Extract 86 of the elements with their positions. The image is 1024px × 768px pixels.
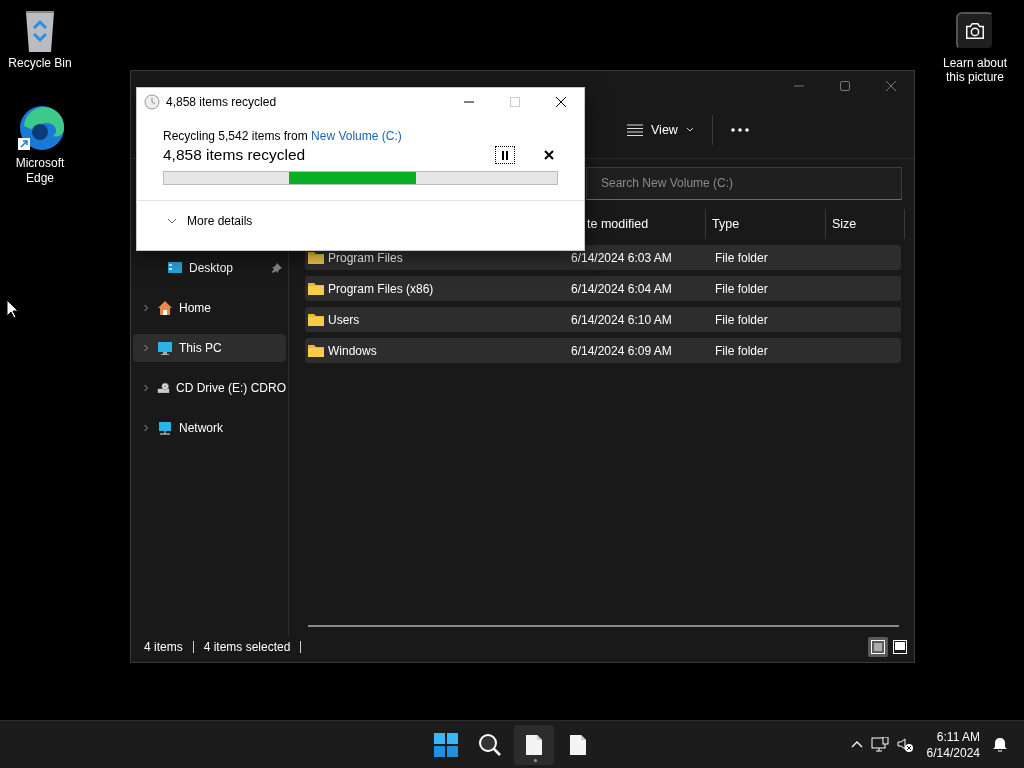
type-cell-text: File folder bbox=[714, 312, 769, 327]
cancel-button[interactable] bbox=[542, 148, 556, 162]
close-icon bbox=[885, 80, 897, 92]
folder-icon bbox=[308, 313, 324, 326]
chevron-down-icon bbox=[167, 218, 177, 224]
folder-icon bbox=[308, 344, 324, 357]
windows-logo-icon bbox=[434, 732, 458, 757]
type-cell-text: File folder bbox=[714, 281, 769, 296]
column-header[interactable]: Size bbox=[826, 209, 905, 239]
folder-icon bbox=[308, 251, 324, 264]
sidebar-item[interactable]: This PC bbox=[133, 334, 286, 362]
speaker-muted-icon bbox=[896, 736, 913, 753]
selection-count: 4 items selected bbox=[203, 640, 291, 654]
scrollbar[interactable] bbox=[308, 625, 899, 627]
desktop-icon-label[interactable]: Microsoft Edge bbox=[8, 156, 72, 186]
item-count: 4 items bbox=[144, 640, 183, 654]
house-icon bbox=[157, 300, 173, 316]
desktop-icon bbox=[167, 260, 183, 276]
source-link[interactable]: New Volume (C:) bbox=[311, 129, 402, 143]
date-cell-text: 6/14/2024 6:03 AM bbox=[570, 250, 673, 265]
view-button[interactable]: View bbox=[619, 113, 702, 146]
chevron-right-icon bbox=[141, 344, 151, 352]
search-icon bbox=[478, 732, 502, 757]
taskbar-app[interactable] bbox=[514, 724, 554, 765]
folder-icon bbox=[308, 282, 324, 295]
file-name: Windows bbox=[328, 343, 377, 358]
maximize-icon bbox=[509, 96, 521, 108]
chevron-up-icon bbox=[850, 741, 863, 748]
close-icon bbox=[544, 150, 554, 160]
camera-button[interactable] bbox=[956, 12, 994, 50]
date-cell-text: 6/14/2024 6:10 AM bbox=[570, 312, 673, 327]
more-icon bbox=[730, 127, 749, 132]
sidebar-label[interactable]: Home bbox=[179, 301, 211, 315]
clock-date: 6/14/2024 bbox=[926, 744, 980, 761]
cursor-icon bbox=[6, 299, 20, 319]
pause-button[interactable] bbox=[495, 146, 515, 164]
details-view-icon bbox=[871, 640, 885, 654]
sidebar-label[interactable]: CD Drive (E:) CDRO bbox=[176, 381, 286, 395]
type-cell-text: File folder bbox=[714, 250, 769, 265]
close-icon bbox=[555, 96, 567, 108]
progress-status: 4,858 items recycled bbox=[163, 146, 306, 164]
desktop-icon-label[interactable]: Recycle Bin bbox=[8, 56, 72, 71]
dialog-title: 4,858 items recycled bbox=[166, 95, 277, 109]
maximize-icon bbox=[839, 80, 851, 92]
chevron-right-icon bbox=[141, 424, 151, 432]
document-icon bbox=[525, 733, 543, 756]
clock-time: 6:11 AM bbox=[936, 728, 980, 745]
sidebar-item[interactable]: Home bbox=[133, 294, 286, 322]
camera-icon bbox=[964, 21, 986, 41]
date-cell-text: 6/14/2024 6:04 AM bbox=[570, 281, 673, 296]
more-details-toggle[interactable]: More details bbox=[137, 201, 253, 228]
column-header[interactable]: Type bbox=[706, 209, 826, 239]
edge-icon[interactable] bbox=[16, 104, 64, 152]
progress-message: Recycling 5,542 items from New Volume (C:) bbox=[163, 129, 403, 143]
chevron-right-icon bbox=[141, 384, 151, 392]
disc-drive-icon bbox=[157, 380, 170, 396]
clock[interactable]: 6:11 AM 6/14/2024 bbox=[926, 728, 980, 761]
date-cell-text: 6/14/2024 6:09 AM bbox=[570, 343, 673, 358]
clock-icon bbox=[144, 94, 160, 110]
view-mode-button[interactable] bbox=[890, 637, 910, 657]
sidebar-item[interactable]: Desktop bbox=[133, 254, 286, 282]
bell-icon bbox=[992, 736, 1008, 753]
file-row[interactable]: Program Files (x86) 6/14/2024 6:04 AM File folder bbox=[305, 276, 901, 301]
document-icon bbox=[569, 733, 587, 756]
network-status-icon bbox=[870, 736, 889, 753]
chevron-down-icon bbox=[685, 127, 694, 132]
preview-view-icon bbox=[893, 640, 907, 654]
chevron-right-icon bbox=[141, 304, 151, 312]
sidebar-label[interactable]: Network bbox=[179, 421, 223, 435]
sidebar-item[interactable]: Network bbox=[133, 414, 286, 442]
type-cell-text: File folder bbox=[714, 343, 769, 358]
file-name: Program Files bbox=[328, 250, 403, 265]
sidebar-label[interactable]: This PC bbox=[179, 341, 222, 355]
file-row[interactable]: Users 6/14/2024 6:10 AM File folder bbox=[305, 307, 901, 332]
view-mode-button[interactable] bbox=[868, 637, 888, 657]
pause-icon bbox=[501, 150, 509, 160]
sidebar-item[interactable]: CD Drive (E:) CDRO bbox=[133, 374, 286, 402]
sidebar-label[interactable]: Desktop bbox=[189, 261, 234, 275]
spotlight-label[interactable]: Learn about this picture bbox=[937, 56, 1013, 84]
list-icon bbox=[627, 123, 643, 136]
file-name: Program Files (x86) bbox=[328, 281, 434, 296]
file-name: Users bbox=[328, 312, 360, 327]
network-icon bbox=[157, 420, 173, 436]
file-row[interactable]: Windows 6/14/2024 6:09 AM File folder bbox=[305, 338, 901, 363]
monitor-icon bbox=[157, 340, 173, 356]
search-field[interactable]: Search New Volume (C:) bbox=[586, 166, 902, 200]
